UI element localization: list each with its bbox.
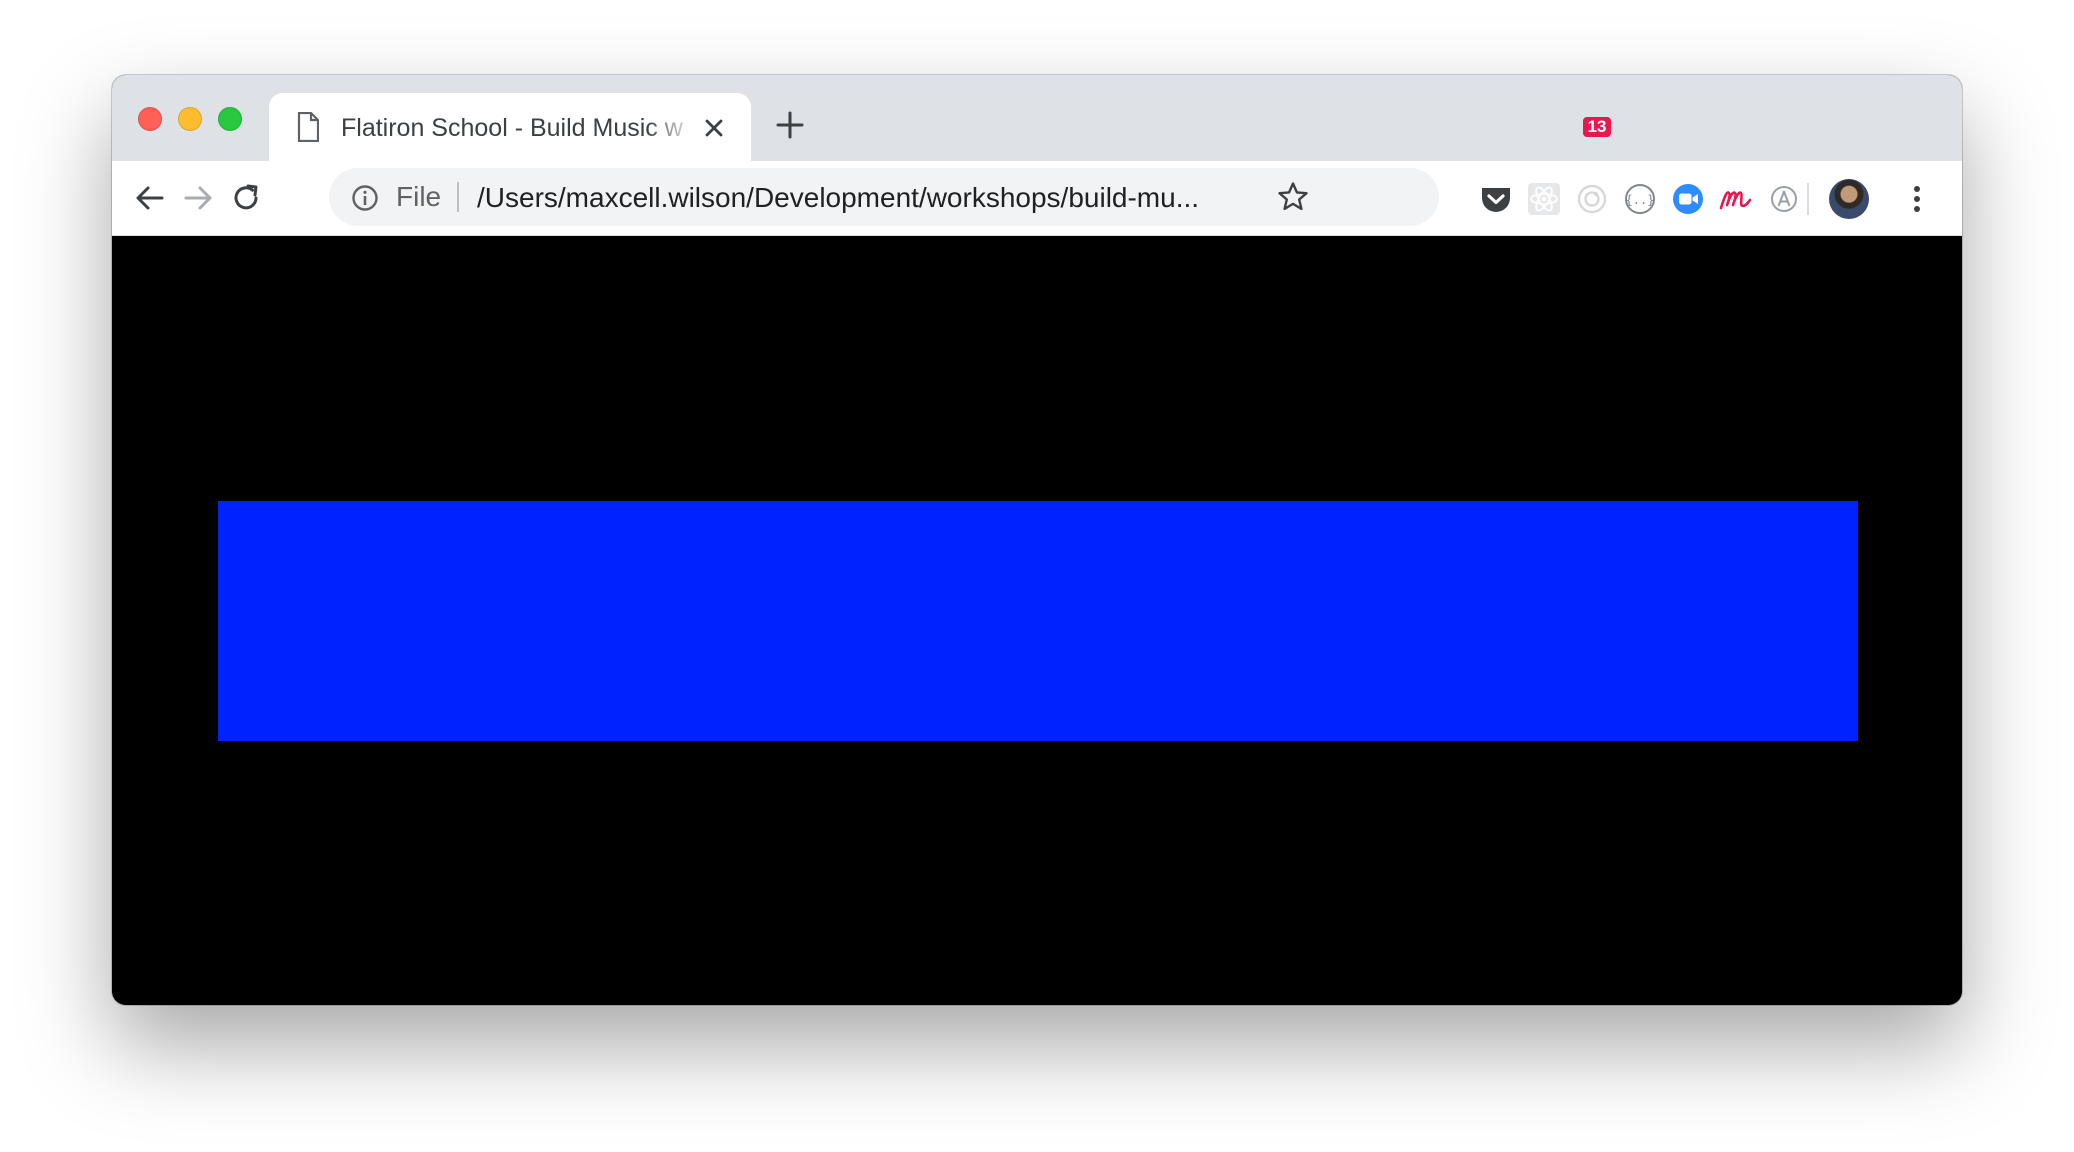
address-bar[interactable]: File /Users/maxcell.wilson/Development/w…: [329, 168, 1439, 226]
browser-toolbar: File /Users/maxcell.wilson/Development/w…: [112, 161, 1962, 236]
tab-strip: Flatiron School - Build Music w: [112, 75, 1962, 161]
bookmark-star-icon[interactable]: [1276, 180, 1310, 214]
window-close-button[interactable]: [138, 107, 162, 131]
url-scheme-label: File: [396, 181, 442, 212]
toolbar-separator: [1807, 183, 1809, 215]
react-devtools-icon[interactable]: [1526, 181, 1562, 217]
info-icon[interactable]: [351, 184, 379, 212]
active-tab[interactable]: Flatiron School - Build Music w: [269, 93, 751, 161]
extension-badge: 13: [1583, 117, 1611, 137]
page-content: [112, 236, 1962, 1005]
browser-window: Flatiron School - Build Music w File /Us…: [112, 75, 1962, 1005]
url-text[interactable]: /Users/maxcell.wilson/Development/worksh…: [477, 182, 1267, 214]
window-maximize-button[interactable]: [218, 107, 242, 131]
tab-title: Flatiron School - Build Music w: [341, 114, 683, 142]
reload-button[interactable]: [228, 180, 264, 216]
address-divider: [457, 182, 459, 212]
svg-text:{..}: {..}: [1626, 193, 1655, 207]
accessibility-icon[interactable]: [1766, 181, 1802, 217]
forward-button[interactable]: [180, 180, 216, 216]
back-button[interactable]: [132, 180, 168, 216]
window-minimize-button[interactable]: [178, 107, 202, 131]
pocket-icon[interactable]: [1478, 181, 1514, 217]
new-tab-button[interactable]: [775, 110, 805, 140]
tab-close-icon[interactable]: [701, 115, 727, 141]
document-icon: [297, 112, 319, 142]
chromecast-like-icon[interactable]: [1574, 181, 1610, 217]
blue-rectangle: [218, 501, 1858, 741]
more-menu-icon[interactable]: [1910, 181, 1924, 217]
zoom-icon[interactable]: [1670, 181, 1706, 217]
json-viewer-icon[interactable]: {..}: [1622, 181, 1658, 217]
profile-avatar[interactable]: [1829, 179, 1869, 219]
mixmax-icon[interactable]: [1718, 181, 1754, 217]
